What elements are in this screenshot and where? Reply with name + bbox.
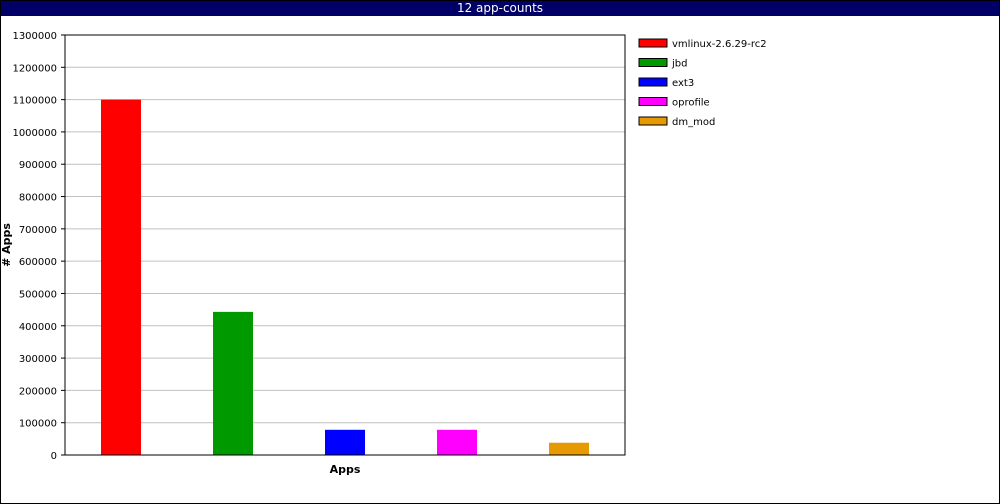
legend-swatch (638, 116, 668, 126)
y-tick-label: 100000 (19, 419, 57, 430)
y-tick-label: 800000 (19, 193, 57, 204)
plot-area (64, 34, 626, 456)
legend-label: jbd (671, 59, 687, 70)
y-axis: 0 100000 200000 300000 400000 500000 600000 700… (12, 31, 65, 462)
bar-oprofile (437, 429, 477, 455)
legend-swatch (638, 38, 668, 48)
y-tick-label: 400000 (19, 322, 57, 333)
bars (101, 99, 589, 455)
y-tick-label: 500000 (19, 289, 57, 300)
y-tick-label: 1000000 (12, 128, 57, 139)
legend-swatch (638, 77, 668, 87)
bar-dm-mod (549, 442, 589, 455)
gridlines (65, 66, 625, 424)
legend-label: oprofile (672, 98, 710, 109)
legend-swatch (638, 58, 668, 67)
y-tick-label: 1200000 (12, 63, 57, 74)
y-tick-label: 1100000 (12, 96, 57, 107)
legend: vmlinux-2.6.29-rc2 jbd ext3 oprofile dm_mod (638, 38, 767, 128)
y-tick-label: 700000 (19, 225, 57, 236)
legend-label: dm_mod (672, 117, 715, 128)
y-tick-label: 200000 (19, 386, 57, 397)
x-axis-label: Apps (330, 463, 361, 476)
y-tick-label: 300000 (19, 354, 57, 365)
y-tick-label: 0 (51, 451, 57, 462)
y-tick-label: 1300000 (12, 31, 57, 42)
legend-swatch (638, 97, 668, 106)
y-axis-label: # Apps (0, 223, 13, 267)
legend-label: ext3 (672, 78, 694, 89)
bar-ext3 (325, 429, 365, 455)
legend-label: vmlinux-2.6.29-rc2 (672, 39, 767, 50)
bar-vmlinux-2-6-29-rc2 (101, 99, 141, 455)
y-tick-label: 900000 (19, 160, 57, 171)
bar-jbd (213, 311, 253, 455)
chart-canvas: 0 100000 200000 300000 400000 500000 600000 700… (0, 31, 767, 476)
y-tick-label: 600000 (19, 257, 57, 268)
